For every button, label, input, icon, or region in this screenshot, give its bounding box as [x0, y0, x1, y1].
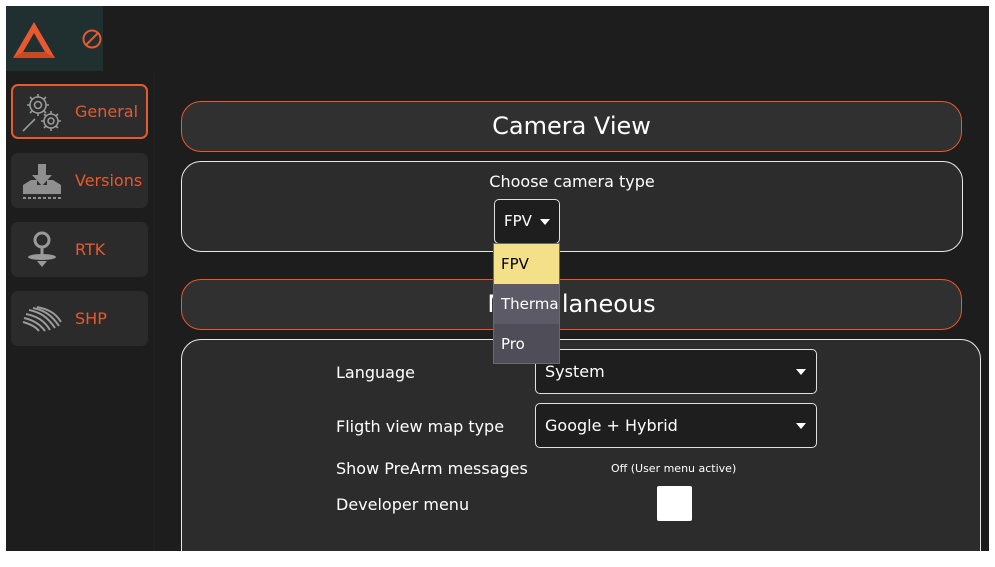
gears-icon: [22, 94, 61, 132]
prearm-status[interactable]: Off (User menu active): [611, 462, 736, 475]
sidebar-item-shp[interactable]: SHP: [11, 291, 148, 346]
language-label: Language: [336, 363, 415, 382]
camera-type-panel: Choose camera type FPV: [181, 161, 963, 252]
sidebar-item-label: SHP: [75, 309, 107, 328]
camera-view-header: Camera View: [181, 101, 962, 152]
language-select[interactable]: System: [535, 349, 817, 394]
developer-menu-checkbox[interactable]: [657, 486, 692, 521]
map-type-select[interactable]: Google + Hybrid: [535, 403, 817, 448]
camera-option-fpv[interactable]: FPV: [494, 244, 559, 284]
sidebar-item-label: RTK: [75, 240, 106, 259]
field-lines-icon: [22, 306, 62, 332]
camera-option-thermal[interactable]: Thermal: [494, 284, 559, 324]
camera-option-pro[interactable]: Pro: [494, 324, 559, 363]
orange-triangle-logo-icon[interactable]: [12, 20, 56, 60]
chevron-down-icon: [796, 369, 806, 375]
camera-type-prompt: Choose camera type: [489, 172, 655, 191]
chevron-down-icon: [540, 219, 550, 225]
sidebar-item-label: General: [75, 102, 139, 121]
sidebar-item-rtk[interactable]: RTK: [11, 222, 148, 277]
camera-type-dropdown: FPV Thermal Pro: [493, 243, 560, 364]
no-connection-icon[interactable]: [81, 28, 103, 50]
map-type-label: Fligth view map type: [336, 417, 505, 436]
language-value: System: [545, 362, 605, 381]
sidebar-item-general[interactable]: General: [11, 84, 148, 139]
miscellaneous-header: Miscellaneous: [181, 279, 962, 330]
rtk-antenna-icon: [28, 231, 56, 267]
chevron-down-icon: [796, 423, 806, 429]
sidebar-item-versions[interactable]: Versions: [11, 153, 148, 208]
app-window: General Versions RTK SHP Camera View Cho…: [6, 6, 989, 551]
sidebar-divider: [154, 71, 155, 551]
download-tray-icon: [23, 164, 61, 199]
toolbar: [6, 6, 103, 71]
map-type-value: Google + Hybrid: [545, 416, 678, 435]
miscellaneous-panel: Language System Fligth view map type Goo…: [181, 339, 981, 551]
camera-type-select[interactable]: FPV: [494, 199, 560, 244]
sidebar-item-label: Versions: [75, 171, 143, 190]
camera-type-value: FPV: [504, 212, 532, 230]
developer-menu-label: Developer menu: [336, 495, 470, 514]
prearm-label: Show PreArm messages: [336, 459, 528, 478]
